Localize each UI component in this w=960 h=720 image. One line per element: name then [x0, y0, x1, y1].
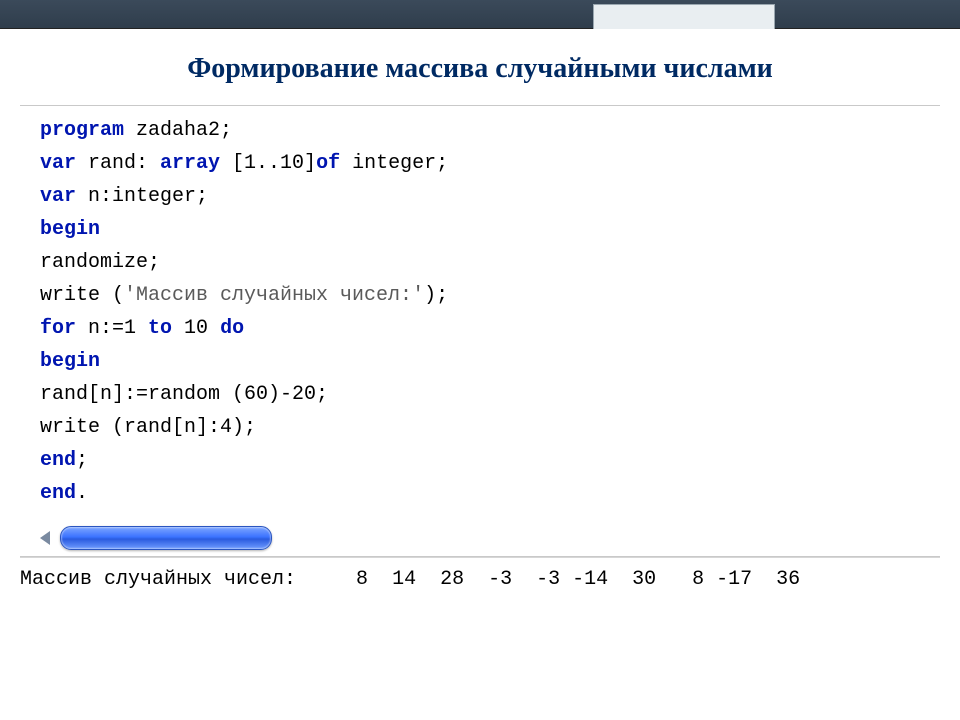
code-text-frag: randomize; — [40, 251, 160, 274]
code-text-frag: [1..10] — [220, 152, 316, 175]
horizontal-scrollbar[interactable] — [20, 520, 940, 557]
string-literal: 'Массив случайных чисел:' — [124, 284, 424, 307]
keyword-do: do — [220, 317, 244, 340]
code-text-frag: ); — [424, 284, 448, 307]
code-text: program zadaha2; var rand: array [1..10]… — [20, 106, 940, 520]
output-values: 8 14 28 -3 -3 -14 30 8 -17 36 — [296, 568, 800, 591]
keyword-to: to — [148, 317, 172, 340]
keyword-end: end — [40, 449, 76, 472]
program-output: Массив случайных чисел: 8 14 28 -3 -3 -1… — [0, 558, 960, 591]
keyword-var: var — [40, 185, 76, 208]
code-text-frag: n:integer; — [76, 185, 208, 208]
code-editor-pane: program zadaha2; var rand: array [1..10]… — [20, 105, 940, 557]
keyword-array: array — [160, 152, 220, 175]
header-accent-panel — [593, 4, 775, 29]
keyword-var: var — [40, 152, 76, 175]
keyword-for: for — [40, 317, 76, 340]
output-label: Массив случайных чисел: — [20, 568, 296, 591]
code-text-frag: rand: — [76, 152, 160, 175]
code-text-frag: rand[n]:=random (60)-20; — [40, 383, 328, 406]
keyword-end: end — [40, 482, 76, 505]
keyword-begin: begin — [40, 350, 100, 373]
code-text-frag: ; — [76, 449, 88, 472]
slide-header-bar — [0, 0, 960, 29]
code-text-frag: . — [76, 482, 88, 505]
scroll-left-arrow-icon[interactable] — [40, 531, 50, 545]
code-text-frag: zadaha2; — [124, 119, 232, 142]
code-text-frag: n:=1 — [76, 317, 148, 340]
keyword-begin: begin — [40, 218, 100, 241]
scroll-thumb[interactable] — [60, 526, 272, 550]
code-text-frag: integer; — [340, 152, 448, 175]
keyword-program: program — [40, 119, 124, 142]
slide-title: Формирование массива случайными числами — [0, 53, 960, 85]
code-text-frag: write ( — [40, 284, 124, 307]
keyword-of: of — [316, 152, 340, 175]
code-text-frag: 10 — [172, 317, 220, 340]
code-text-frag: write (rand[n]:4); — [40, 416, 256, 439]
